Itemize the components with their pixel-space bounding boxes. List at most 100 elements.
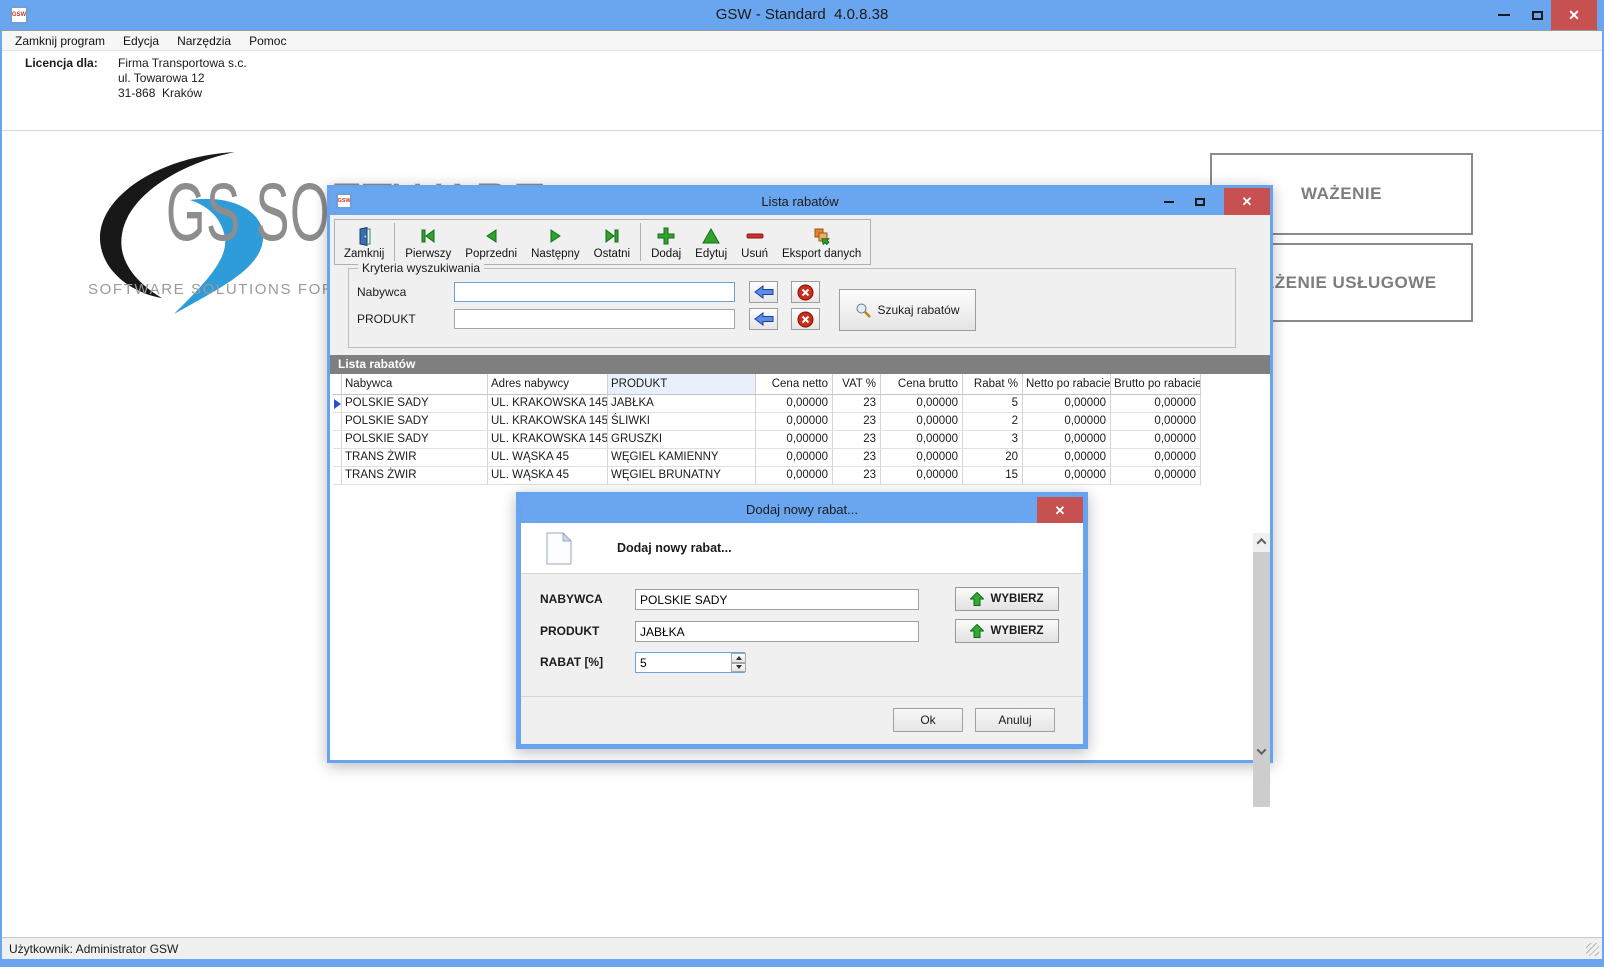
nabywca-input[interactable] <box>635 589 919 610</box>
maximize-button[interactable] <box>1522 0 1552 30</box>
wybierz-produkt-button[interactable]: WYBIERZ <box>955 619 1059 643</box>
dodaj-dialog-client: Dodaj nowy rabat... NABYWCA WYBIERZ PROD… <box>521 523 1083 744</box>
zamknij-button[interactable]: Zamknij <box>337 222 391 262</box>
vertical-scrollbar[interactable] <box>1253 533 1270 760</box>
nabywca-restore-button[interactable] <box>749 281 778 303</box>
table-row[interactable]: POLSKIE SADYUL. KRAKOWSKA 145JABŁKA0,000… <box>333 395 1201 413</box>
close-button[interactable]: ✕ <box>1224 188 1270 215</box>
table-cell: 23 <box>833 467 881 485</box>
table-row[interactable]: POLSKIE SADYUL. KRAKOWSKA 145ŚLIWKI0,000… <box>333 413 1201 431</box>
previous-record-icon <box>485 225 498 247</box>
column-header[interactable]: PRODUKT <box>608 374 756 395</box>
table-cell: 2 <box>963 413 1023 431</box>
table-cell: 0,00000 <box>756 467 833 485</box>
table-cell: 0,00000 <box>1023 395 1111 413</box>
produkt-label: PRODUKT <box>540 621 599 642</box>
add-plus-icon <box>657 225 675 247</box>
table-cell: 0,00000 <box>1111 467 1201 485</box>
titlebar: GSW GSW - Standard 4.0.8.38 ✕ <box>0 0 1604 30</box>
edytuj-button[interactable]: Edytuj <box>688 222 734 262</box>
export-data-icon <box>813 225 831 247</box>
dodaj-footer: Ok Anuluj <box>521 696 1083 744</box>
minimize-button[interactable] <box>1154 188 1184 215</box>
column-header[interactable]: Cena brutto <box>881 374 963 395</box>
close-button[interactable]: ✕ <box>1037 497 1083 524</box>
toolbar-label: Usuń <box>741 248 768 260</box>
table-cell: 0,00000 <box>1023 431 1111 449</box>
header-indicator-cell <box>333 374 342 395</box>
usun-button[interactable]: Usuń <box>734 222 775 262</box>
toolbar-label: Eksport danych <box>782 248 861 260</box>
table-row[interactable]: POLSKIE SADYUL. KRAKOWSKA 145GRUSZKI0,00… <box>333 431 1201 449</box>
minimize-button[interactable] <box>1486 0 1522 30</box>
menu-narzedzia[interactable]: Narzędzia <box>168 31 240 50</box>
menu-pomoc[interactable]: Pomoc <box>240 31 295 50</box>
dodaj-button[interactable]: Dodaj <box>644 222 688 262</box>
spin-up-icon <box>736 656 742 660</box>
dodaj-rabat-dialog: Dodaj nowy rabat... ✕ Dodaj nowy rabat..… <box>516 492 1088 749</box>
table-row[interactable]: TRANS ŻWIRUL. WĄSKA 45WĘGIEL KAMIENNY0,0… <box>333 449 1201 467</box>
spin-up-button[interactable] <box>731 653 746 663</box>
produkt-clear-button[interactable] <box>791 308 820 330</box>
wybierz-nabywca-button[interactable]: WYBIERZ <box>955 587 1059 611</box>
szukaj-rabatow-button[interactable]: Szukaj rabatów <box>839 289 976 331</box>
nabywca-search-input[interactable] <box>454 282 735 302</box>
column-header[interactable]: Brutto po rabacie <box>1111 374 1201 395</box>
table-header-row: NabywcaAdres nabywcyPRODUKTCena nettoVAT… <box>333 374 1201 395</box>
scroll-down-button[interactable] <box>1253 743 1270 760</box>
table-cell: UL. KRAKOWSKA 145 <box>488 413 608 431</box>
ostatni-button[interactable]: Ostatni <box>587 222 637 262</box>
row-indicator-cell <box>333 467 342 485</box>
resize-grip[interactable] <box>1586 943 1599 956</box>
menu-zamknij-program[interactable]: Zamknij program <box>6 31 114 50</box>
table-cell: TRANS ŻWIR <box>342 449 488 467</box>
close-icon: ✕ <box>1242 195 1253 208</box>
kryteria-wyszukiwania-group: Kryteria wyszukiwania Nabywca PRODUKT <box>348 268 1236 348</box>
scrollbar-thumb[interactable] <box>1253 552 1270 807</box>
rabat-input[interactable] <box>635 652 745 673</box>
eksport-danych-button[interactable]: Eksport danych <box>775 222 868 262</box>
table-cell: 0,00000 <box>1023 467 1111 485</box>
header-separator <box>2 130 1602 131</box>
toolbar-label: Poprzedni <box>465 248 517 260</box>
search-button-label: Szukaj rabatów <box>877 303 959 317</box>
column-header[interactable]: Cena netto <box>756 374 833 395</box>
maximize-button[interactable] <box>1186 188 1214 215</box>
table-cell: 15 <box>963 467 1023 485</box>
table-cell: 0,00000 <box>756 431 833 449</box>
poprzedni-button[interactable]: Poprzedni <box>458 222 524 262</box>
table-cell: UL. KRAKOWSKA 145 <box>488 431 608 449</box>
nastepny-button[interactable]: Następny <box>524 222 587 262</box>
column-header[interactable]: Nabywca <box>342 374 488 395</box>
dodaj-header-text: Dodaj nowy rabat... <box>617 541 732 555</box>
menu-edycja[interactable]: Edycja <box>114 31 168 50</box>
window-title: GSW - Standard 4.0.8.38 <box>0 0 1604 30</box>
nabywca-clear-button[interactable] <box>791 281 820 303</box>
ok-button[interactable]: Ok <box>893 708 963 732</box>
table-row[interactable]: TRANS ŻWIRUL. WĄSKA 45WĘGIEL BRUNATNY0,0… <box>333 467 1201 485</box>
next-record-icon <box>549 225 562 247</box>
anuluj-button[interactable]: Anuluj <box>975 708 1055 732</box>
column-header[interactable]: Rabat % <box>963 374 1023 395</box>
toolbar-label: Edytuj <box>695 248 727 260</box>
close-button[interactable]: ✕ <box>1551 0 1597 30</box>
column-header[interactable]: Netto po rabacie <box>1023 374 1111 395</box>
scroll-up-button[interactable] <box>1253 533 1270 550</box>
spin-down-icon <box>736 665 742 669</box>
status-user: Użytkownik: Administrator GSW <box>9 942 178 956</box>
produkt-restore-button[interactable] <box>749 308 778 330</box>
produkt-search-input[interactable] <box>454 309 735 329</box>
menubar: Zamknij program Edycja Narzędzia Pomoc <box>2 30 1602 51</box>
blue-left-arrow-icon <box>754 312 774 326</box>
column-header[interactable]: Adres nabywcy <box>488 374 608 395</box>
wybierz-label: WYBIERZ <box>990 625 1043 637</box>
table-cell: 0,00000 <box>756 449 833 467</box>
produkt-input[interactable] <box>635 621 919 642</box>
lista-dialog-titlebar: GSW Lista rabatów ✕ <box>330 188 1270 215</box>
window-border-bottom <box>0 959 1604 967</box>
edit-triangle-icon <box>702 225 720 247</box>
column-header[interactable]: VAT % <box>833 374 881 395</box>
spin-down-button[interactable] <box>731 663 746 673</box>
row-indicator-cell <box>333 449 342 467</box>
pierwszy-button[interactable]: Pierwszy <box>398 222 458 262</box>
